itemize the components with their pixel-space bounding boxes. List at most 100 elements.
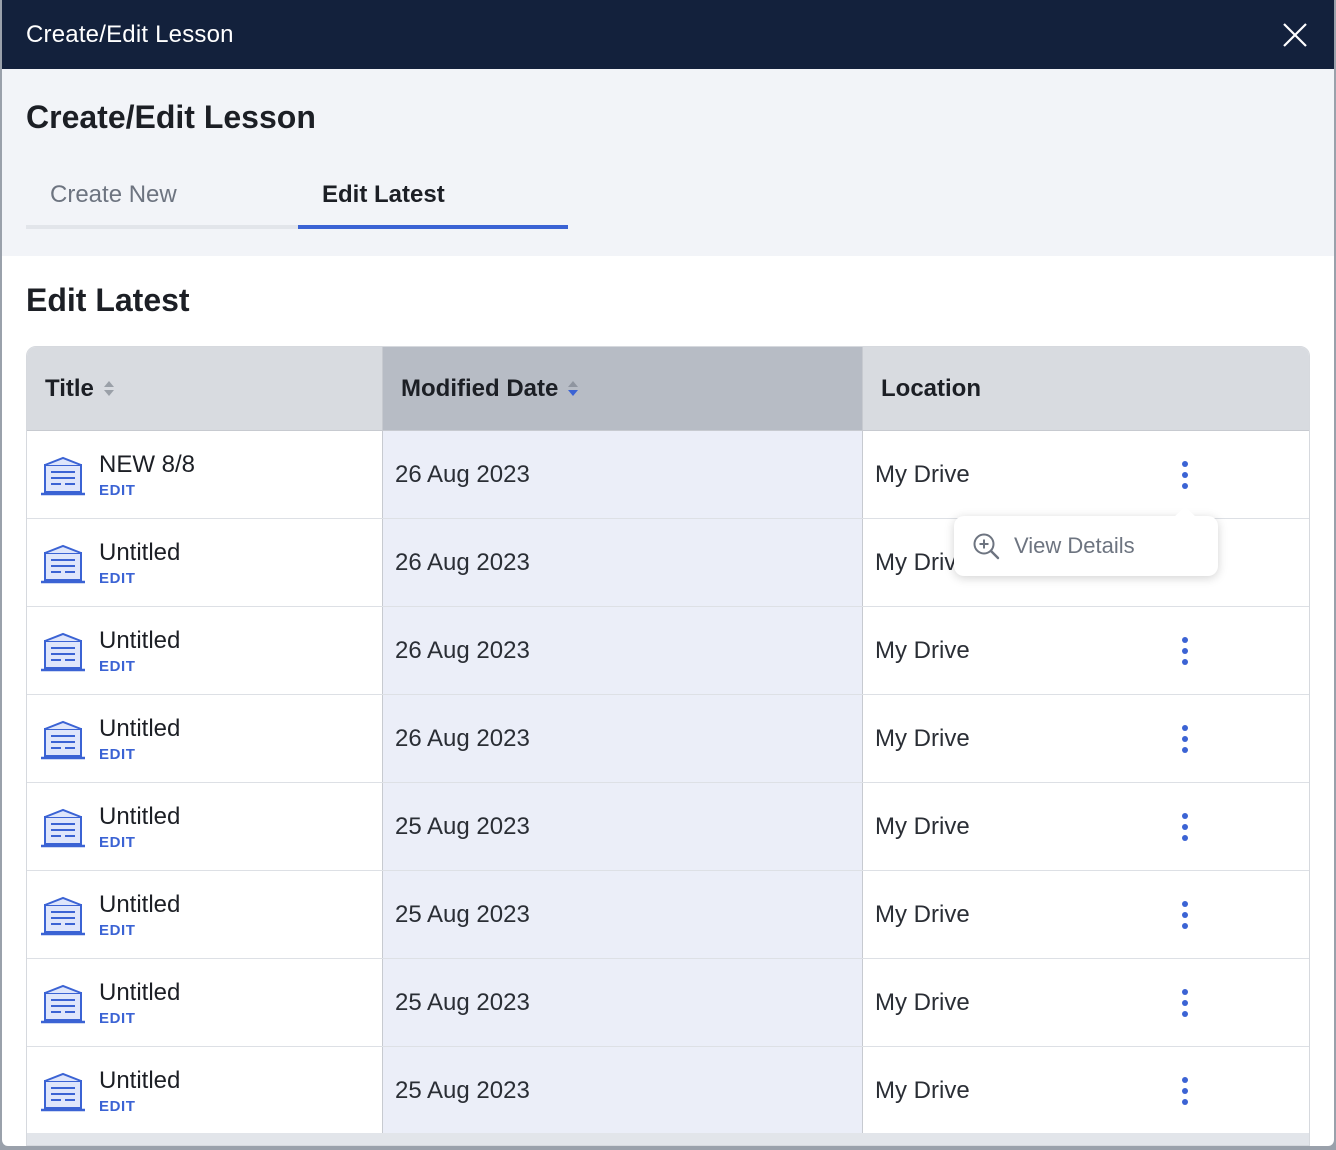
- modified-date-cell: 26 Aug 2023: [383, 519, 863, 606]
- kebab-dot: [1182, 922, 1188, 929]
- title-stack: NEW 8/8 EDIT: [99, 451, 195, 499]
- edit-link[interactable]: EDIT: [99, 1098, 180, 1115]
- location-cell: My Drive: [863, 959, 1309, 1046]
- tab-edit-latest[interactable]: Edit Latest: [298, 177, 568, 229]
- row-more-options-button[interactable]: [1173, 722, 1197, 756]
- title-cell: NEW 8/8 EDIT: [27, 431, 383, 518]
- title-cell: Untitled EDIT: [27, 783, 383, 870]
- edit-link[interactable]: EDIT: [99, 746, 180, 763]
- kebab-dot: [1182, 636, 1188, 643]
- table-header: Title Modified Date Location: [27, 347, 1309, 431]
- lesson-title: Untitled: [99, 890, 181, 918]
- title-cell: Untitled EDIT: [27, 519, 383, 606]
- location-text: My Drive: [875, 900, 970, 928]
- modified-date-cell: 25 Aug 2023: [383, 959, 863, 1046]
- lesson-title: Untitled: [99, 1066, 181, 1094]
- title-stack: Untitled EDIT: [99, 627, 180, 675]
- location-text: My Drive: [875, 812, 970, 840]
- lesson-title: Untitled: [99, 802, 181, 830]
- kebab-dot: [1182, 900, 1188, 907]
- modal-header: Create/Edit Lesson Create New Edit Lates…: [2, 69, 1334, 256]
- lesson-file-icon: [41, 632, 85, 672]
- title-cell: Untitled EDIT: [27, 1047, 383, 1134]
- kebab-dot: [1182, 735, 1188, 742]
- table-row[interactable]: Untitled EDIT 25 Aug 2023 My Drive: [27, 783, 1309, 871]
- view-details-label: View Details: [1014, 533, 1135, 558]
- lesson-title: Untitled: [99, 626, 181, 654]
- column-header-label: Location: [881, 374, 981, 402]
- table-row[interactable]: Untitled EDIT 26 Aug 2023 My Drive: [27, 695, 1309, 783]
- row-more-options-button[interactable]: [1173, 810, 1197, 844]
- kebab-dot: [1182, 482, 1188, 489]
- edit-link[interactable]: EDIT: [99, 658, 180, 675]
- kebab-dot: [1182, 647, 1188, 654]
- location-cell: My Drive: [863, 1047, 1309, 1134]
- lesson-file-icon: [41, 1072, 85, 1112]
- modified-date-cell: 26 Aug 2023: [383, 607, 863, 694]
- zoom-in-icon: [973, 533, 1000, 560]
- title-stack: Untitled EDIT: [99, 1067, 180, 1115]
- column-header-title[interactable]: Title: [27, 347, 383, 430]
- location-text: My Drive: [875, 460, 970, 488]
- title-stack: Untitled EDIT: [99, 539, 180, 587]
- table-row[interactable]: Untitled EDIT 25 Aug 2023 My Drive: [27, 871, 1309, 959]
- title-stack: Untitled EDIT: [99, 891, 180, 939]
- row-more-options-button[interactable]: [1173, 1074, 1197, 1108]
- kebab-dot: [1182, 658, 1188, 665]
- location-text: My Drive: [875, 636, 970, 664]
- edit-link[interactable]: EDIT: [99, 922, 180, 939]
- table-footer: [27, 1133, 1309, 1145]
- modal-titlebar: Create/Edit Lesson: [2, 0, 1334, 69]
- edit-link[interactable]: EDIT: [99, 482, 195, 499]
- lesson-title: Untitled: [99, 978, 181, 1006]
- location-text: My Drive: [875, 724, 970, 752]
- modified-date-cell: 25 Aug 2023: [383, 1047, 863, 1134]
- location-cell: My Drive: [863, 783, 1309, 870]
- lesson-title: Untitled: [99, 714, 181, 742]
- modified-date-cell: 25 Aug 2023: [383, 783, 863, 870]
- tab-bar: Create New Edit Latest: [26, 177, 568, 229]
- close-button[interactable]: [1278, 18, 1312, 52]
- row-more-options-button[interactable]: [1173, 986, 1197, 1020]
- sort-descending-icon: [568, 381, 579, 396]
- column-header-modified-date[interactable]: Modified Date: [383, 347, 863, 430]
- lesson-file-icon: [41, 808, 85, 848]
- view-details-menu-item[interactable]: View Details: [954, 516, 1218, 576]
- location-text: My Drive: [875, 1076, 970, 1104]
- lesson-title: NEW 8/8: [99, 450, 196, 478]
- row-more-options-button[interactable]: [1173, 634, 1197, 668]
- kebab-dot: [1182, 999, 1188, 1006]
- column-header-location: Location: [863, 347, 1309, 430]
- sort-neutral-icon: [103, 381, 114, 396]
- lesson-file-icon: [41, 896, 85, 936]
- lesson-title: Untitled: [99, 538, 181, 566]
- kebab-dot: [1182, 812, 1188, 819]
- kebab-dot: [1182, 911, 1188, 918]
- modified-date-cell: 25 Aug 2023: [383, 871, 863, 958]
- edit-link[interactable]: EDIT: [99, 834, 180, 851]
- modal-title: Create/Edit Lesson: [26, 20, 234, 48]
- row-more-options-button[interactable]: [1173, 458, 1197, 492]
- kebab-dot: [1182, 471, 1188, 478]
- table-row[interactable]: Untitled EDIT 25 Aug 2023 My Drive: [27, 1047, 1309, 1135]
- edit-link[interactable]: EDIT: [99, 1010, 180, 1027]
- kebab-dot: [1182, 1010, 1188, 1017]
- close-icon: [1283, 22, 1307, 47]
- tab-create-new[interactable]: Create New: [26, 177, 298, 225]
- title-stack: Untitled EDIT: [99, 715, 180, 763]
- kebab-dot: [1182, 460, 1188, 467]
- title-stack: Untitled EDIT: [99, 979, 180, 1027]
- row-more-options-button[interactable]: [1173, 898, 1197, 932]
- table-row[interactable]: NEW 8/8 EDIT 26 Aug 2023 My Drive: [27, 431, 1309, 519]
- create-edit-lesson-modal: Create/Edit Lesson Create/Edit Lesson Cr…: [2, 0, 1334, 1146]
- column-header-label: Modified Date: [401, 374, 559, 402]
- kebab-dot: [1182, 1098, 1188, 1105]
- modified-date-cell: 26 Aug 2023: [383, 431, 863, 518]
- edit-link[interactable]: EDIT: [99, 570, 180, 587]
- table-row[interactable]: Untitled EDIT 26 Aug 2023 My Drive: [27, 607, 1309, 695]
- kebab-dot: [1182, 988, 1188, 995]
- table-row[interactable]: Untitled EDIT 25 Aug 2023 My Drive: [27, 959, 1309, 1047]
- lesson-file-icon: [41, 544, 85, 584]
- lesson-file-icon: [41, 456, 85, 496]
- title-cell: Untitled EDIT: [27, 607, 383, 694]
